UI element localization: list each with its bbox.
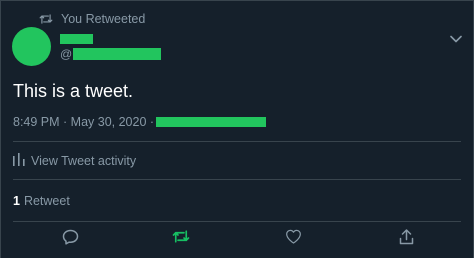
divider xyxy=(13,179,461,180)
redacted-display-name xyxy=(60,34,93,44)
retweet-stats[interactable]: 1 Retweet xyxy=(13,193,70,209)
reply-button[interactable] xyxy=(61,229,79,250)
retweet-count-label: Retweet xyxy=(23,194,70,208)
activity-label: View Tweet activity xyxy=(31,154,137,168)
redacted-handle xyxy=(73,48,162,60)
chevron-down-icon xyxy=(450,30,462,48)
tweet-text: This is a tweet. xyxy=(13,81,134,101)
timestamp-row: 8:49 PM · May 30, 2020 · xyxy=(13,114,267,130)
avatar[interactable] xyxy=(12,27,51,66)
view-tweet-activity-link[interactable]: View Tweet activity xyxy=(13,152,136,170)
redacted-source xyxy=(156,117,267,127)
display-name[interactable] xyxy=(60,33,93,45)
handle-prefix: @ xyxy=(60,47,73,61)
tweet-container: You Retweeted @ This is a tweet. 8:49 PM… xyxy=(0,0,474,258)
analytics-icon xyxy=(13,153,25,169)
heart-icon xyxy=(285,229,302,249)
divider xyxy=(13,141,461,142)
share-button[interactable] xyxy=(397,228,415,250)
retweet-count: 1 xyxy=(13,194,20,208)
retweet-context-label: You Retweeted xyxy=(61,12,146,26)
retweet-icon xyxy=(39,13,53,25)
author-handle[interactable]: @ xyxy=(60,47,162,61)
retweet-button[interactable] xyxy=(172,230,190,248)
retweet-context: You Retweeted xyxy=(39,11,145,27)
divider xyxy=(13,221,461,222)
tweet-timestamp[interactable]: 8:49 PM · May 30, 2020 · xyxy=(13,115,154,129)
share-icon xyxy=(399,228,414,250)
more-options-button[interactable] xyxy=(448,31,464,47)
retweet-icon xyxy=(172,229,190,249)
like-button[interactable] xyxy=(284,229,302,249)
reply-icon xyxy=(62,229,79,250)
